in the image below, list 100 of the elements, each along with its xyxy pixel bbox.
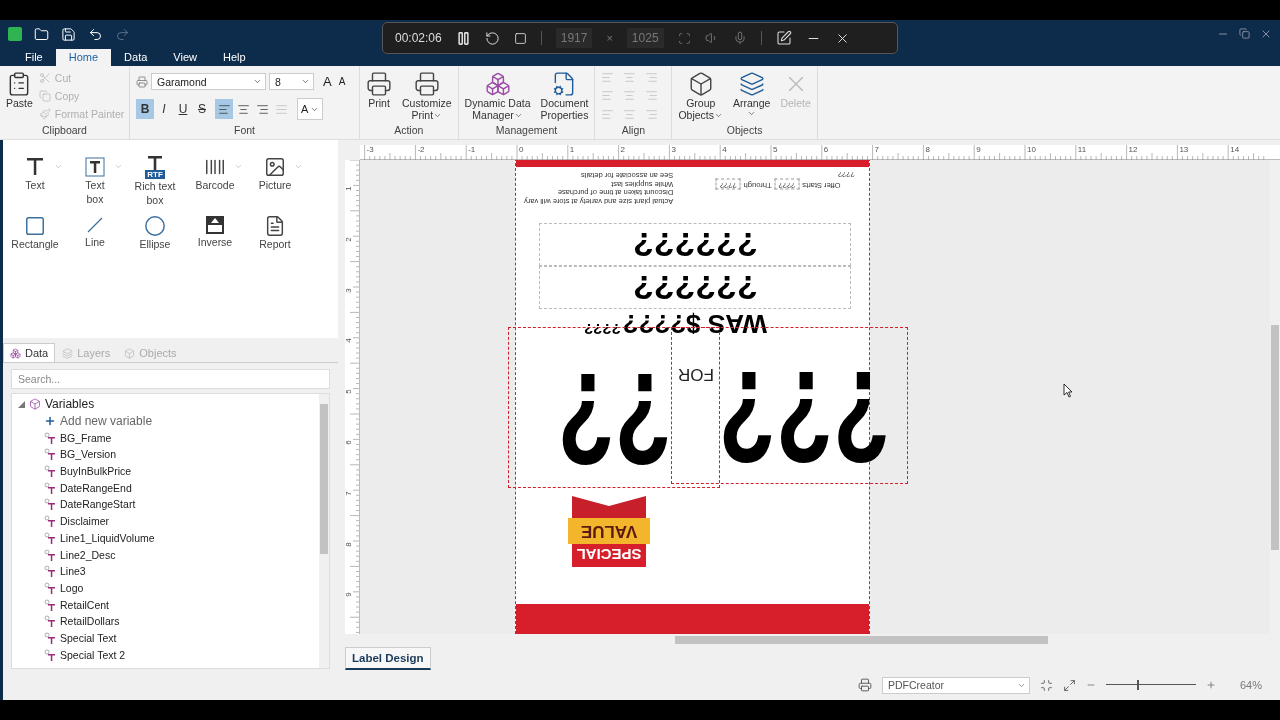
arrange-icon bbox=[738, 71, 765, 97]
expand-arrow-icon[interactable] bbox=[18, 400, 25, 408]
line-text: ?????? bbox=[632, 270, 758, 305]
align-center-icon bbox=[236, 102, 250, 116]
variable-item[interactable]: Line1_LiquidVolume bbox=[18, 529, 319, 547]
style-button[interactable]: I bbox=[155, 99, 173, 119]
grow-font-button[interactable]: A bbox=[323, 74, 332, 89]
font-family-select[interactable]: Garamond bbox=[151, 73, 266, 90]
tree-node[interactable]: Variables bbox=[18, 396, 319, 413]
zoom-slider[interactable] bbox=[1105, 680, 1196, 690]
add-variable-item[interactable]: Add new variable bbox=[18, 412, 319, 430]
report-icon bbox=[264, 215, 286, 237]
group-label: Clipboard bbox=[41, 124, 88, 138]
group-button[interactable]: Group Objects bbox=[678, 69, 724, 124]
tool-button[interactable]: RTF Rich text box bbox=[125, 156, 185, 207]
variable-item[interactable]: BuyInBulkPrice bbox=[18, 462, 319, 480]
properties-button[interactable]: Document Properties bbox=[540, 69, 589, 124]
align-object-icon bbox=[623, 89, 637, 103]
tool-button[interactable]: Ellipse bbox=[125, 215, 185, 251]
tool-button[interactable]: Report bbox=[245, 215, 305, 251]
caret-icon bbox=[294, 162, 303, 171]
text-box-icon bbox=[84, 156, 106, 178]
tool-button[interactable]: Line bbox=[65, 215, 125, 251]
font-size-select[interactable]: 8 bbox=[269, 73, 314, 90]
ribbon-tab[interactable]: Data bbox=[111, 49, 161, 66]
group-label: Objects bbox=[725, 124, 764, 138]
text-variable-icon bbox=[44, 548, 56, 561]
fit-width-icon[interactable] bbox=[1062, 678, 1076, 692]
align-object-icon bbox=[601, 89, 615, 103]
style-button[interactable]: U bbox=[174, 99, 192, 119]
app-logo bbox=[8, 27, 22, 41]
tool-button[interactable]: Inverse bbox=[185, 215, 245, 251]
cube-icon bbox=[124, 347, 136, 359]
panel-tab[interactable]: Data bbox=[3, 343, 56, 362]
variable-item[interactable]: Line3 bbox=[18, 562, 319, 580]
restore-icon[interactable] bbox=[1239, 28, 1250, 39]
variable-item[interactable]: RetailDollars bbox=[18, 612, 319, 630]
zoom-level: 64% bbox=[1239, 679, 1262, 691]
ribbon-tab[interactable]: File bbox=[12, 49, 56, 66]
variable-item[interactable]: Special Text bbox=[18, 629, 319, 647]
customize-button[interactable]: Customize Print bbox=[402, 69, 452, 124]
tool-button[interactable]: Barcode bbox=[185, 156, 245, 207]
pause-icon[interactable] bbox=[455, 30, 471, 46]
document-tab[interactable]: Label Design bbox=[345, 647, 431, 670]
paste-button[interactable]: Paste bbox=[6, 69, 33, 124]
ruler-number: 8 bbox=[343, 541, 353, 547]
inverse-icon bbox=[205, 215, 225, 235]
search-field[interactable]: Search... bbox=[11, 369, 330, 389]
variable-item[interactable]: Disclaimer bbox=[18, 512, 319, 530]
variable-item[interactable]: Logo bbox=[18, 579, 319, 597]
ellipse-icon bbox=[144, 215, 166, 237]
annotate-icon[interactable] bbox=[775, 30, 792, 46]
variable-item[interactable]: RetailCent bbox=[18, 596, 319, 613]
stop-icon[interactable] bbox=[513, 31, 527, 45]
ruler-number: -3 bbox=[366, 145, 374, 154]
tool-button[interactable]: Picture bbox=[245, 156, 305, 207]
ruler-number: 10 bbox=[1027, 145, 1036, 154]
printer-select[interactable]: PDFCreator bbox=[881, 676, 1030, 694]
ruler-number: 9 bbox=[343, 592, 353, 598]
align-object-icon bbox=[623, 107, 637, 121]
style-button[interactable]: S bbox=[193, 99, 211, 119]
folder-icon[interactable] bbox=[34, 26, 49, 42]
line-text: ?????? bbox=[632, 227, 758, 262]
ribbon-tab[interactable]: View bbox=[160, 49, 210, 66]
tool-button[interactable]: Rectangle bbox=[5, 215, 65, 251]
text-variable-icon bbox=[44, 581, 56, 594]
ruler-number: 13 bbox=[1179, 145, 1189, 154]
align-button[interactable] bbox=[215, 99, 233, 119]
ruler-number: 3 bbox=[671, 145, 676, 154]
variable-item[interactable]: DateRangeStart bbox=[18, 496, 319, 513]
variable-item[interactable]: DateRangeEnd bbox=[18, 479, 319, 497]
tool-button[interactable]: Text bbox=[5, 156, 65, 207]
print-button[interactable]: Print bbox=[366, 69, 392, 124]
dynamic-button[interactable]: Dynamic Data Manager bbox=[464, 69, 531, 124]
printer-icon bbox=[366, 71, 392, 97]
fit-page-icon[interactable] bbox=[1039, 678, 1053, 692]
ribbon-tab[interactable]: Home bbox=[55, 49, 112, 66]
ribbon-tab[interactable]: Help bbox=[210, 49, 259, 66]
logo-text: SPECIAL bbox=[572, 544, 646, 567]
variable-item[interactable]: Special Text 2 bbox=[18, 646, 319, 663]
arrange-button[interactable]: Arrange bbox=[733, 69, 771, 124]
text-variable-icon bbox=[44, 481, 56, 494]
cursor-icon bbox=[1063, 383, 1073, 398]
font-color-button[interactable]: A bbox=[297, 98, 324, 120]
ruler-number: 11 bbox=[1077, 145, 1087, 154]
restart-icon[interactable] bbox=[484, 30, 500, 46]
text-variable-icon bbox=[44, 431, 56, 444]
save-icon[interactable] bbox=[61, 26, 76, 42]
variable-item[interactable]: Line2_Desc bbox=[18, 546, 319, 563]
variable-item[interactable]: BG_Frame bbox=[18, 429, 319, 447]
shrink-font-button[interactable]: A bbox=[338, 76, 346, 87]
text-variable-icon bbox=[44, 565, 56, 578]
zoom-in-icon[interactable] bbox=[1205, 680, 1216, 690]
undo-icon[interactable] bbox=[88, 26, 103, 42]
tool-button[interactable]: Text box bbox=[65, 156, 125, 207]
style-button[interactable]: B bbox=[136, 99, 154, 119]
group-label: Action bbox=[393, 124, 425, 138]
ruler-number: 5 bbox=[343, 389, 353, 394]
caret-icon bbox=[114, 162, 123, 171]
variable-item[interactable]: BG_Version bbox=[18, 446, 319, 463]
